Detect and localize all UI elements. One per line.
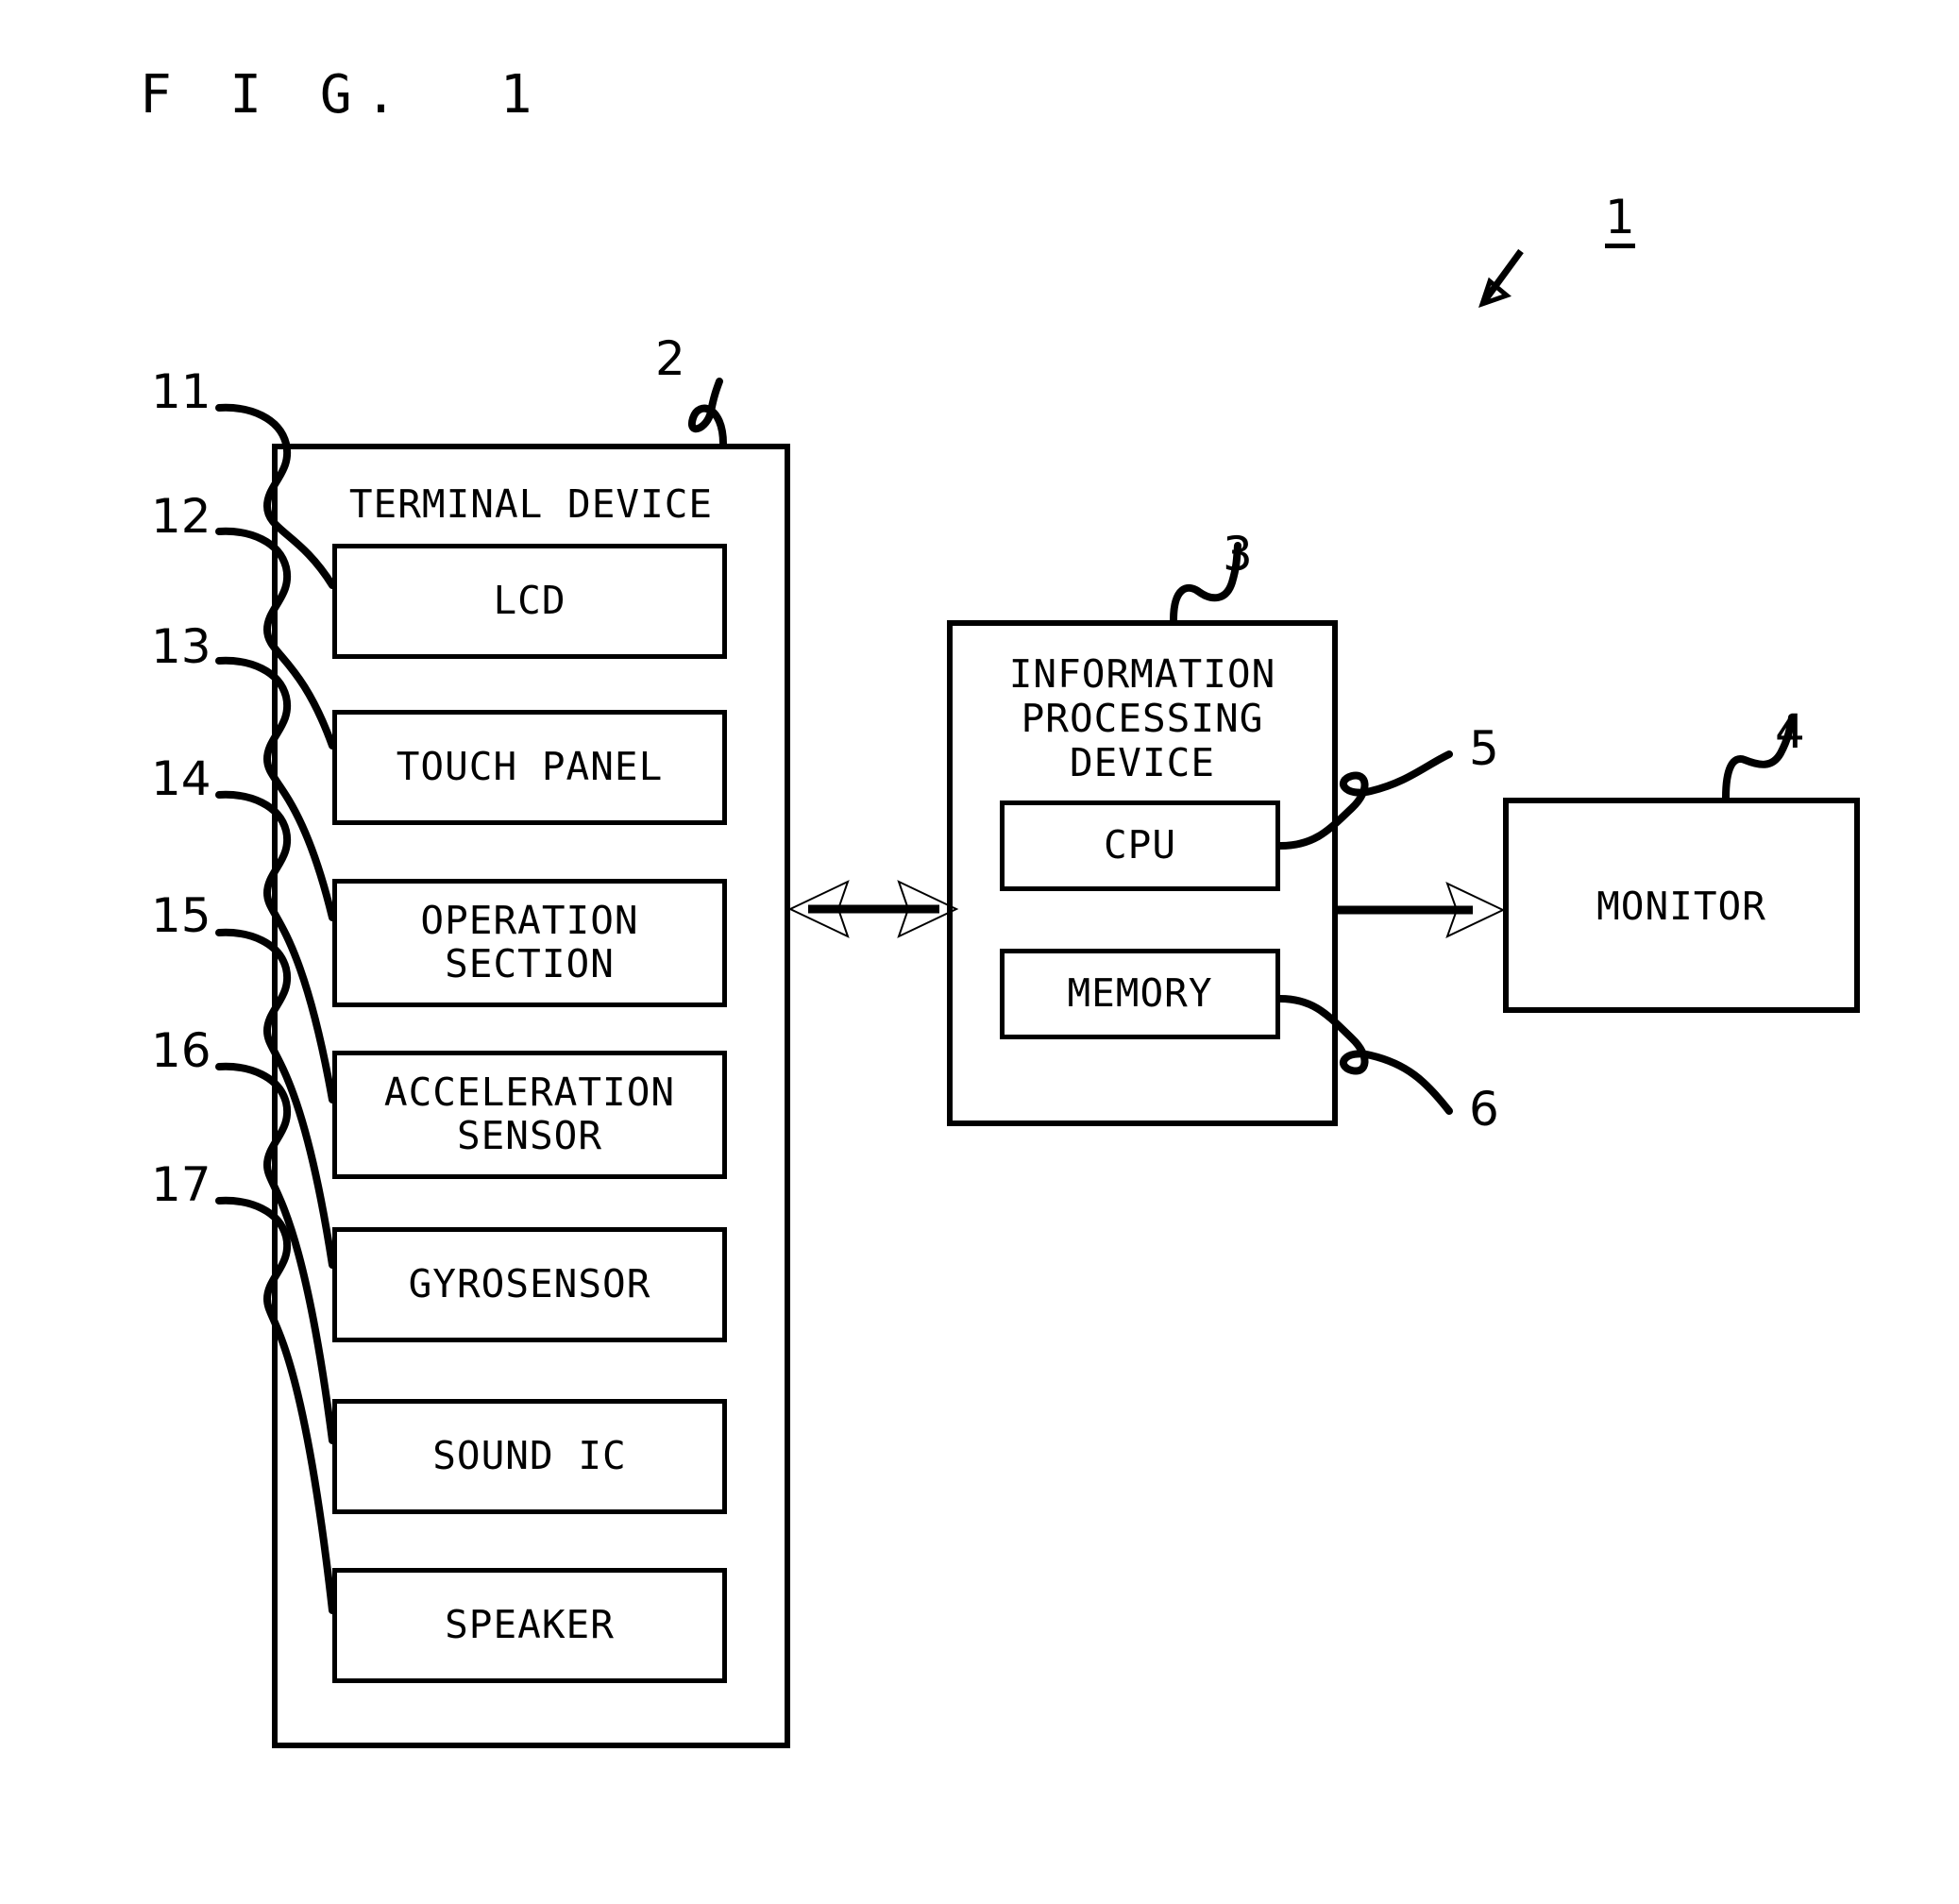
figure-title: F I G. 1 (140, 64, 546, 126)
reference-numeral-touch-panel: 12 (151, 489, 211, 544)
figure-canvas: F I G. 1 1 TERMINAL DEVICE 2 LCD 11 TOUC… (0, 0, 1959, 1904)
connector-ipd-to-monitor (1338, 882, 1506, 938)
component-memory: MEMORY (1000, 949, 1280, 1039)
reference-numeral-memory: 6 (1469, 1082, 1499, 1137)
component-sound-ic-label: SOUND IC (432, 1433, 627, 1479)
component-touch-panel: TOUCH PANEL (332, 710, 727, 825)
reference-numeral-acceleration-sensor: 14 (151, 751, 211, 806)
system-arrow-icon (1478, 248, 1524, 309)
component-sound-ic: SOUND IC (332, 1399, 727, 1514)
reference-numeral-system: 1 (1605, 194, 1635, 248)
component-speaker: SPEAKER (332, 1568, 727, 1683)
terminal-device-title: TERMINAL DEVICE (348, 481, 714, 527)
reference-numeral-cpu: 5 (1469, 721, 1499, 776)
component-gyrosensor-label: GYROSENSOR (408, 1261, 651, 1307)
component-operation-section-label: OPERATION SECTION (420, 898, 639, 986)
reference-numeral-information-processing-device: 3 (1223, 527, 1253, 581)
component-acceleration-sensor: ACCELERATION SENSOR (332, 1051, 727, 1179)
component-acceleration-sensor-label: ACCELERATION SENSOR (383, 1070, 676, 1158)
component-cpu: CPU (1000, 800, 1280, 891)
component-lcd: LCD (332, 544, 727, 659)
reference-numeral-operation-section: 13 (151, 619, 211, 674)
component-lcd-label: LCD (493, 578, 566, 624)
component-operation-section: OPERATION SECTION (332, 879, 727, 1007)
reference-numeral-sound-ic: 16 (151, 1023, 211, 1078)
reference-numeral-terminal-device: 2 (655, 331, 685, 386)
connector-terminal-to-ipd (787, 880, 959, 938)
leader-terminal-device (687, 378, 727, 447)
information-processing-device-title: INFORMATION PROCESSING DEVICE (1008, 651, 1276, 786)
reference-numeral-lcd: 11 (151, 364, 211, 419)
reference-numeral-monitor: 4 (1775, 704, 1805, 759)
component-gyrosensor: GYROSENSOR (332, 1227, 727, 1342)
monitor-label: MONITOR (1596, 884, 1766, 929)
component-memory-label: MEMORY (1067, 970, 1213, 1017)
reference-numeral-speaker: 17 (151, 1157, 211, 1212)
component-speaker-label: SPEAKER (445, 1602, 615, 1648)
component-cpu-label: CPU (1103, 822, 1177, 868)
component-touch-panel-label: TOUCH PANEL (396, 744, 664, 790)
reference-numeral-gyrosensor: 15 (151, 888, 211, 943)
